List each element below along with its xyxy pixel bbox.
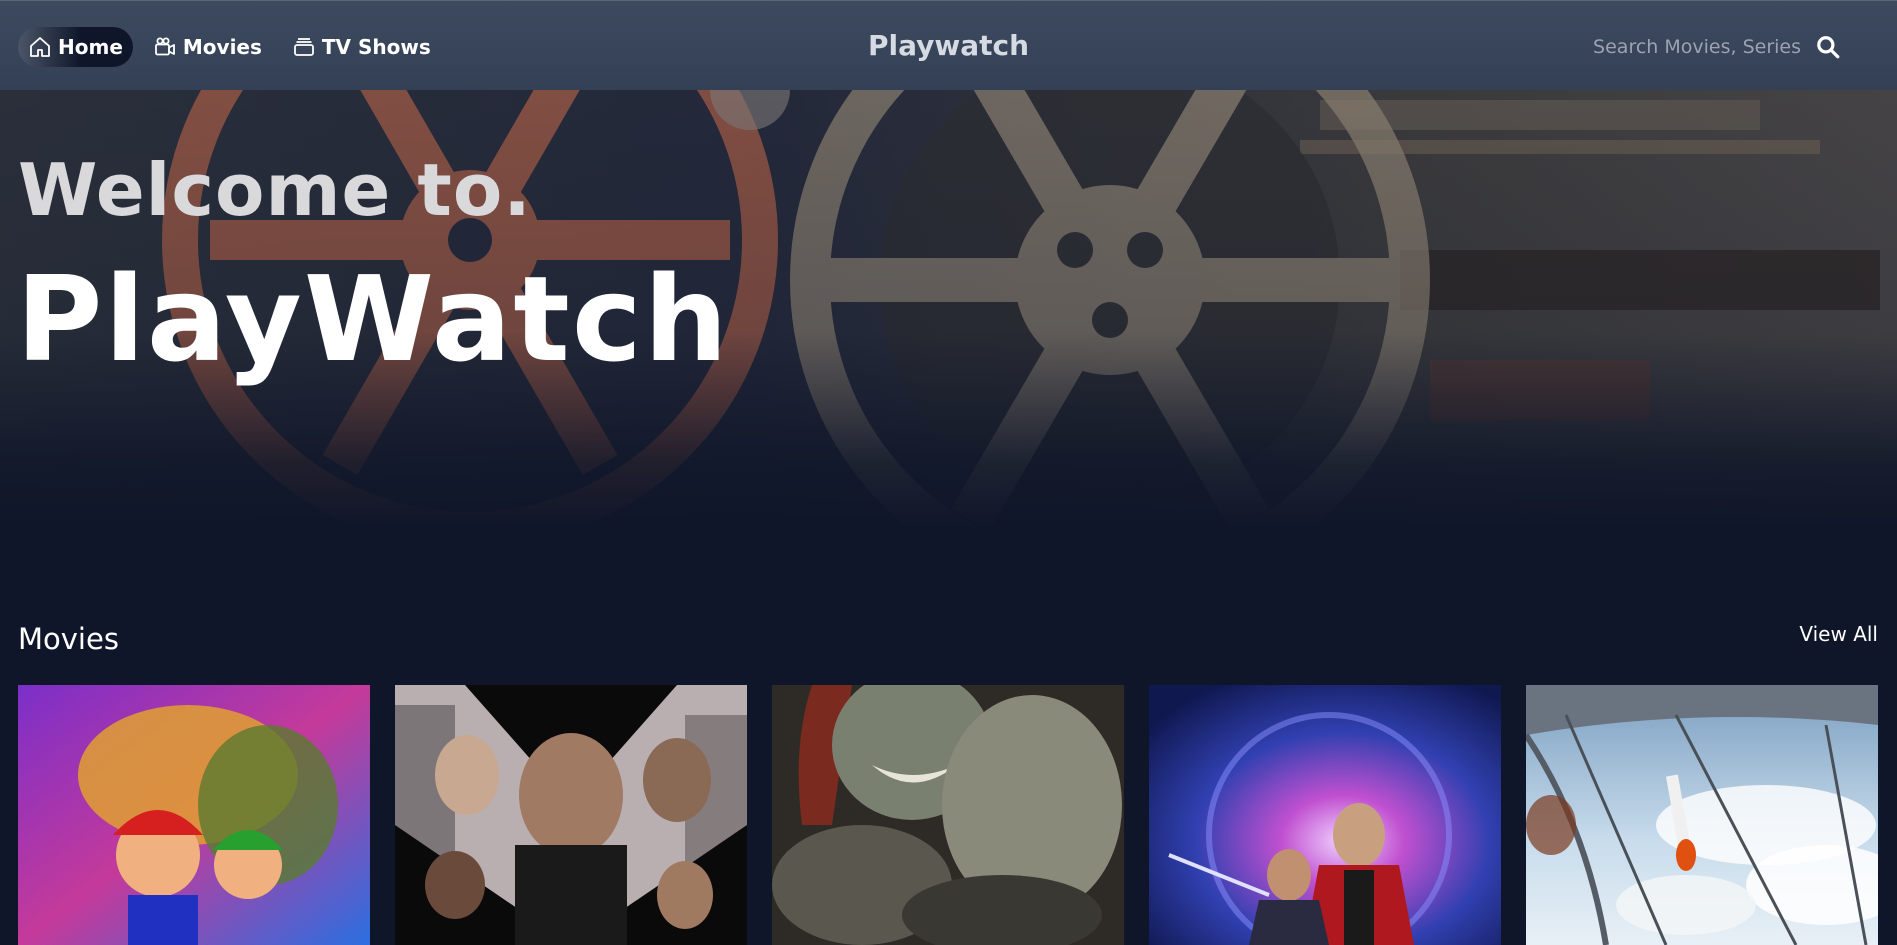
movie-card[interactable]: [1149, 685, 1501, 945]
tv-stack-icon: [294, 38, 314, 56]
nav-movies[interactable]: Movies: [143, 27, 272, 67]
poster-action-group-movie: [395, 685, 747, 945]
movies-section-title: Movies: [18, 622, 119, 656]
view-all-link[interactable]: View All: [1799, 622, 1878, 646]
hero-banner: Welcome to. PlayWatch: [0, 90, 1897, 530]
movie-card[interactable]: [772, 685, 1124, 945]
nav-home-label: Home: [58, 35, 123, 59]
hero-title: PlayWatch: [16, 250, 730, 388]
search-input[interactable]: [1561, 29, 1801, 65]
poster-superhero-quantum-movie: [1149, 685, 1501, 945]
top-navbar: Home Movies TV Shows Playwatch: [0, 0, 1897, 90]
poster-horror-movie: [772, 685, 1124, 945]
poster-animated-mario-movie: [18, 685, 370, 945]
nav-tv-shows-label: TV Shows: [321, 35, 431, 59]
nav-movies-label: Movies: [182, 35, 262, 59]
search-icon: [1817, 36, 1840, 59]
movies-section-header: Movies View All: [18, 622, 1878, 656]
home-icon: [30, 37, 50, 57]
movies-row: [18, 685, 1878, 945]
nav-tv-shows[interactable]: TV Shows: [282, 27, 441, 67]
poster-space-rocket-movie: [1526, 685, 1878, 945]
movie-card[interactable]: [395, 685, 747, 945]
movie-card[interactable]: [18, 685, 370, 945]
search-button[interactable]: [1813, 32, 1843, 62]
nav-home[interactable]: Home: [18, 27, 133, 67]
search-bar: [1561, 27, 1843, 67]
movie-camera-icon: [154, 37, 175, 56]
hero-welcome-text: Welcome to.: [18, 148, 532, 232]
movie-card[interactable]: [1526, 685, 1878, 945]
nav-menu: Home Movies TV Shows: [18, 27, 441, 67]
